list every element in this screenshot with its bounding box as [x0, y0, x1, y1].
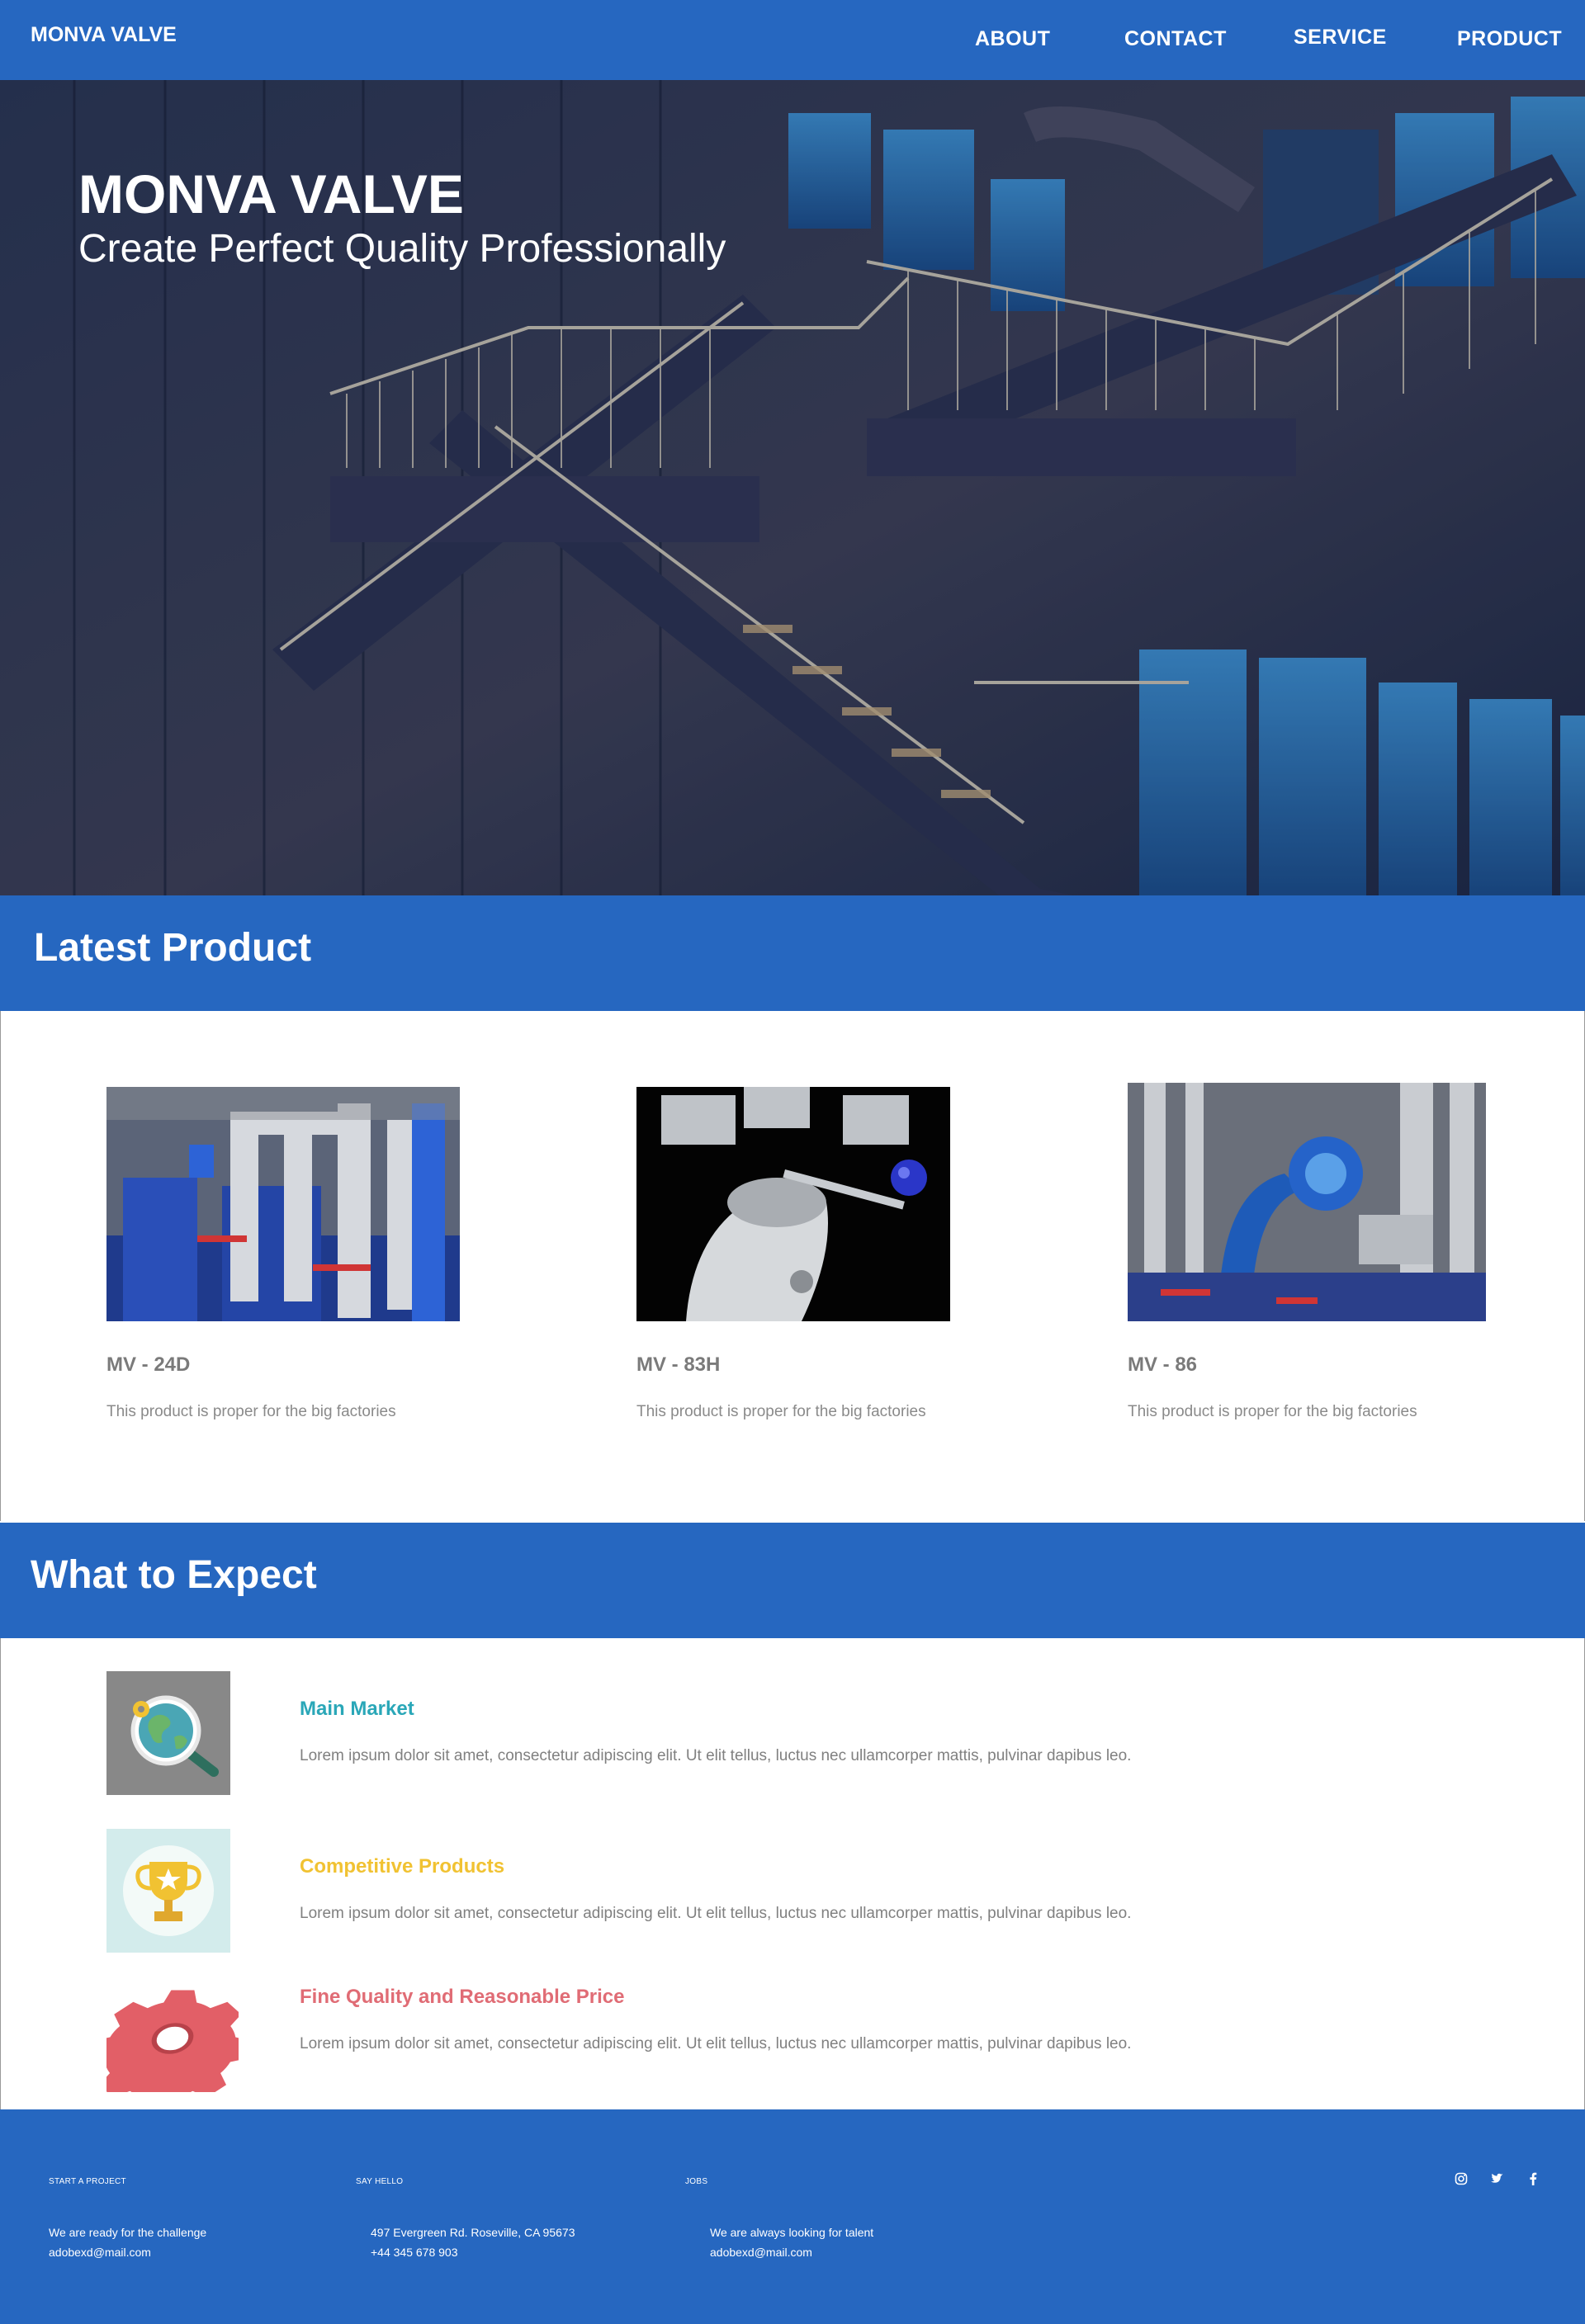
latest-products-panel: MV - 24D This product is proper for the … [0, 1011, 1585, 1521]
industrial-pipes-image [106, 1087, 460, 1321]
footer-phone[interactable]: +44 345 678 903 [371, 2246, 458, 2259]
product-name[interactable]: MV - 83H [636, 1353, 720, 1377]
product-name[interactable]: MV - 24D [106, 1353, 190, 1377]
footer-heading-say-hello: SAY HELLO [356, 2177, 404, 2186]
footer-heading-jobs: JOBS [685, 2177, 708, 2186]
globe-magnifier-icon [106, 1671, 230, 1795]
footer-email-link[interactable]: adobexd@mail.com [710, 2246, 812, 2259]
nav-link-product[interactable]: PRODUCT [1457, 27, 1562, 51]
nav-link-service[interactable]: SERVICE [1294, 26, 1387, 50]
what-to-expect-panel: Main Market Lorem ipsum dolor sit amet, … [0, 1638, 1585, 2110]
latest-product-band: Latest Product [0, 895, 1585, 1011]
expect-item-text: Lorem ipsum dolor sit amet, consectetur … [300, 2035, 1132, 2052]
what-to-expect-band: What to Expect [0, 1523, 1585, 1638]
expect-item-text: Lorem ipsum dolor sit amet, consectetur … [300, 1747, 1132, 1764]
blue-valves-image [1128, 1083, 1486, 1321]
product-description: This product is proper for the big facto… [1128, 1403, 1417, 1420]
trophy-icon [106, 1829, 230, 1953]
expect-item-title: Main Market [300, 1698, 414, 1720]
gear-icon [88, 1985, 252, 2109]
instagram-icon[interactable] [1455, 2172, 1468, 2185]
top-navigation-bar: MONVA VALVE ABOUT CONTACT SERVICE PRODUC… [0, 0, 1585, 80]
product-image-mv-83h[interactable] [636, 1087, 950, 1321]
expect-item-title: Fine Quality and Reasonable Price [300, 1986, 625, 2008]
product-image-mv-24d[interactable] [106, 1087, 460, 1321]
product-description: This product is proper for the big facto… [636, 1403, 926, 1420]
expect-item-text: Lorem ipsum dolor sit amet, consectetur … [300, 1905, 1132, 1922]
footer-address: 497 Evergreen Rd. Roseville, CA 95673 [371, 2226, 575, 2239]
hero-subtitle: Create Perfect Quality Professionally [78, 227, 726, 271]
hero-title: MONVA VALVE [78, 163, 464, 224]
product-image-mv-86[interactable] [1128, 1083, 1486, 1321]
footer: START A PROJECT We are ready for the cha… [0, 2109, 1585, 2324]
twitter-icon[interactable] [1491, 2173, 1504, 2185]
footer-text: We are always looking for talent [710, 2226, 874, 2239]
footer-heading-start-project: START A PROJECT [49, 2177, 126, 2186]
butterfly-valve-image [636, 1087, 950, 1321]
footer-email-link[interactable]: adobexd@mail.com [49, 2246, 151, 2259]
product-name[interactable]: MV - 86 [1128, 1353, 1197, 1377]
nav-link-about[interactable]: ABOUT [975, 27, 1050, 51]
nav-link-contact[interactable]: CONTACT [1124, 27, 1227, 51]
expect-item-title: Competitive Products [300, 1855, 505, 1878]
brand-logo[interactable]: MONVA VALVE [31, 23, 177, 47]
latest-product-heading: Latest Product [34, 926, 312, 970]
product-description: This product is proper for the big facto… [106, 1403, 396, 1420]
facebook-icon[interactable] [1529, 2172, 1537, 2185]
footer-text: We are ready for the challenge [49, 2226, 207, 2239]
what-to-expect-heading: What to Expect [31, 1553, 317, 1597]
hero-banner: MONVA VALVE Create Perfect Quality Profe… [0, 80, 1585, 895]
